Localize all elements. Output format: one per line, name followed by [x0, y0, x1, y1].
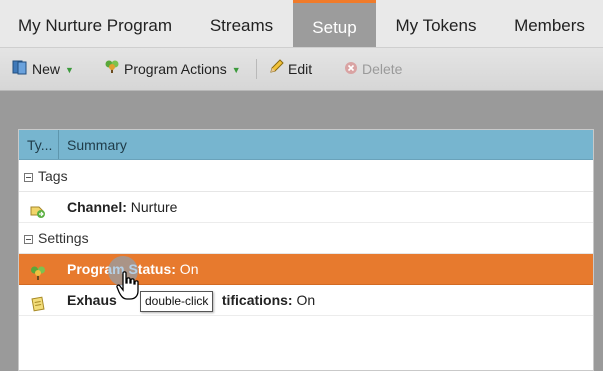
column-header-summary[interactable]: Summary: [67, 130, 127, 159]
notification-icon: [30, 292, 46, 312]
group-tags[interactable]: Tags: [19, 161, 593, 192]
new-button[interactable]: New ▼: [12, 48, 74, 90]
setup-panel: Ty... Summary Tags Channel: Nurture Sett…: [18, 129, 594, 371]
tooltip: double-click: [140, 291, 214, 312]
tab-streams[interactable]: Streams: [190, 0, 293, 47]
column-header-type[interactable]: Ty...: [19, 130, 59, 159]
chevron-down-icon: ▼: [231, 65, 241, 76]
table-row[interactable]: Channel: Nurture: [19, 192, 593, 223]
toolbar-divider: [256, 59, 257, 79]
program-actions-button[interactable]: Program Actions ▼: [104, 48, 241, 90]
delete-button[interactable]: Delete: [344, 48, 402, 90]
collapse-icon[interactable]: [24, 172, 33, 182]
row-text: Channel: Nurture: [67, 199, 178, 215]
group-label: Tags: [38, 168, 68, 184]
tab-my-tokens[interactable]: My Tokens: [376, 0, 496, 47]
program-actions-icon: [104, 49, 120, 91]
hand-cursor-icon: [116, 271, 142, 306]
tab-my-nurture-program[interactable]: My Nurture Program: [0, 0, 190, 47]
table-row-selected[interactable]: Program Status: On: [19, 254, 593, 285]
tab-members[interactable]: Members: [496, 0, 603, 47]
toolbar: New ▼ Program Actions ▼ Edit Delete: [0, 48, 603, 91]
delete-label: Delete: [362, 61, 403, 77]
channel-icon: [30, 199, 46, 218]
program-actions-label: Program Actions: [124, 61, 227, 77]
chevron-down-icon: ▼: [65, 65, 74, 76]
grid-header: Ty... Summary: [19, 130, 593, 160]
collapse-icon[interactable]: [24, 234, 33, 244]
table-row[interactable]: Exhaus tifications: On: [19, 285, 593, 316]
program-icon: [30, 261, 46, 280]
group-label: Settings: [38, 230, 89, 246]
edit-label: Edit: [288, 61, 313, 77]
new-icon: [12, 49, 28, 91]
delete-icon: [344, 49, 358, 91]
group-settings[interactable]: Settings: [19, 223, 593, 254]
tab-bar: My Nurture Program Streams Setup My Toke…: [0, 0, 603, 48]
edit-button[interactable]: Edit: [268, 48, 312, 90]
pencil-icon: [268, 49, 284, 91]
new-label: New: [32, 61, 61, 77]
tab-setup[interactable]: Setup: [293, 0, 376, 47]
